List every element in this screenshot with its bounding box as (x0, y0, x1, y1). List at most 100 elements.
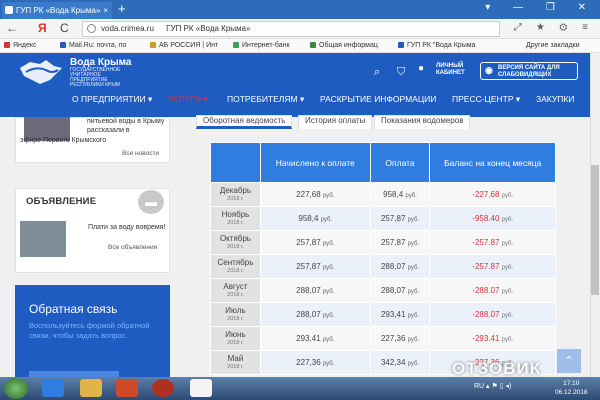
scrollbar-thumb[interactable] (591, 165, 599, 295)
currency-label: руб. (501, 289, 514, 295)
back-arrow-icon[interactable]: ← (6, 21, 18, 35)
cell-balance: -288.07 руб. (429, 278, 556, 303)
header-balance: Баланс на конец месяца (429, 142, 556, 183)
tab-turnover-statement[interactable]: Оборотная ведомость (196, 115, 293, 129)
browser-tab[interactable]: ГУП РК «Вода Крыма» × (2, 2, 112, 19)
explorer-folder-icon[interactable] (80, 379, 102, 397)
cell-charged: 227,68 руб. (259, 182, 371, 207)
bookmark-icon (4, 42, 10, 48)
feedback-text[interactable]: Воспользуйтесь формой обратной связи, чт… (29, 321, 154, 341)
crimea-map-logo-icon[interactable] (16, 58, 66, 88)
currency-label: руб. (501, 337, 514, 343)
start-button[interactable] (4, 378, 28, 399)
app-icon[interactable] (152, 379, 174, 397)
table-row: Июль 2018 г. 288,07 руб. 293,41 руб. -288.07… (210, 302, 556, 327)
window-controls[interactable]: ▾ — ❐ ✕ (485, 2, 596, 13)
cell-charged: 288,07 руб. (259, 278, 371, 303)
menu-consumers[interactable]: ПОТРЕБИТЕЛЯМ ▾ (227, 94, 304, 105)
menu-press-center[interactable]: ПРЕСС-ЦЕНТР ▾ (452, 94, 520, 105)
tab-payment-history[interactable]: История оплаты (298, 115, 373, 129)
table-row: Декабрь 2018 г. 227,68 руб. 958,4 руб. -227.… (210, 182, 556, 207)
cell-period: Май 2018 г. (210, 350, 261, 375)
currency-label: руб. (405, 193, 417, 199)
brand-subtitle: Государственное унитарное предприятие Ре… (70, 67, 121, 88)
menu-about[interactable]: О ПРЕДПРИЯТИИ ▾ (72, 94, 152, 105)
yandex-browser-icon[interactable] (190, 379, 212, 397)
tab-meter-readings[interactable]: Показания водомеров (374, 115, 471, 129)
cell-month: Сентябрь (217, 257, 254, 267)
watermark: ОТЗОВИК (452, 359, 542, 378)
address-bar-row: ← Я C voda.crimea.ru ГУП РК «Вода Крыма»… (0, 19, 600, 39)
cell-period: Ноябрь 2018 г. (210, 206, 261, 231)
cell-paid: 293,41 руб. (369, 302, 431, 327)
currency-label: руб. (320, 217, 333, 223)
all-news-link[interactable]: Все новости (122, 150, 159, 157)
clock[interactable]: 17:10 06.12.2018 (555, 379, 588, 397)
cell-year: 2018 г. (227, 243, 244, 250)
personal-account-label: Личный кабинет (436, 63, 465, 76)
bookmark-internet-bank[interactable]: Интернет-банк (233, 39, 290, 52)
cell-balance: -958.40 руб. (429, 206, 556, 231)
menu-procurement[interactable]: ЗАКУПКИ (536, 94, 574, 104)
currency-label: руб. (322, 361, 335, 367)
currency-label: руб. (322, 337, 335, 343)
currency-label: руб. (407, 313, 420, 319)
cell-month: Июнь (225, 329, 246, 339)
browser-toolbar-icons[interactable]: ⤢ ★ ⚙ ≡ (514, 22, 594, 33)
table-row: Октябрь 2018 г. 257,87 руб. 257,87 руб. -257… (210, 230, 556, 255)
bookmark-bank-russia[interactable]: АБ РОССИЯ | Инт (150, 39, 218, 52)
browser-tab-bar: ГУП РК «Вода Крыма» × + ▾ — ❐ ✕ (0, 0, 600, 19)
scroll-to-top-button[interactable]: ⌃ (557, 349, 581, 373)
user-icon: ● (418, 63, 425, 74)
brand-block: Вода Крыма Государственное унитарное пре… (70, 57, 131, 88)
currency-label: руб. (407, 337, 420, 343)
cell-month: Ноябрь (221, 209, 250, 219)
site-info-icon[interactable] (87, 24, 96, 33)
header-paid: Оплата (369, 142, 431, 183)
menu-disclosure[interactable]: РАСКРЫТИЕ ИНФОРМАЦИИ (320, 94, 436, 104)
announcement-text[interactable]: Плати за воду вовремя! (88, 223, 166, 232)
tab-title: ГУП РК «Вода Крыма» (16, 6, 101, 15)
cell-paid: 342,34 руб. (369, 350, 431, 375)
cell-charged: 288,07 руб. (259, 302, 371, 327)
shield-icon[interactable]: ⛉ (397, 66, 405, 79)
table-row: Июнь 2018 г. 293,41 руб. 227,36 руб. -293.41… (210, 326, 556, 351)
bookmark-icon (398, 42, 404, 48)
table-row: Август 2018 г. 288,07 руб. 288,07 руб. -288.… (210, 278, 556, 303)
system-tray[interactable]: RU ▴ ⚑ ▯ ◂) (474, 382, 511, 390)
cell-period: Сентябрь 2018 г. (210, 254, 261, 279)
cell-balance: -257.87 руб. (429, 230, 556, 255)
cell-period: Декабрь 2018 г. (210, 182, 261, 207)
new-tab-button[interactable]: + (118, 1, 126, 17)
media-player-icon[interactable] (116, 379, 138, 397)
currency-label: руб. (501, 217, 514, 223)
search-icon[interactable]: ⌕ (374, 66, 380, 79)
cell-month: Июль (225, 305, 246, 315)
currency-label: руб. (407, 217, 420, 223)
bookmark-mail[interactable]: Mail.Ru: почта, по (60, 39, 126, 52)
bookmark-other[interactable]: Другие закладки (526, 39, 580, 52)
tab-close-icon[interactable]: × (103, 2, 108, 19)
bookmark-yandex[interactable]: Яндекс (4, 39, 37, 52)
menu-services[interactable]: УСЛУГИ ▾ (168, 94, 208, 105)
all-announcements-link[interactable]: Все объявления (108, 244, 157, 251)
low-vision-version-button[interactable]: ◉ Версия сайта для слабовидящих (480, 62, 578, 80)
bookmark-voda-crimea[interactable]: ГУП РК "Вода Крыма (398, 39, 475, 52)
news-text-continued[interactable]: эфире Первого Крымского (20, 136, 170, 145)
internet-explorer-icon[interactable] (42, 379, 64, 397)
announcement-image[interactable] (20, 221, 66, 257)
cell-balance: -227.68 руб. (429, 182, 556, 207)
table-row: Ноябрь 2018 г. 958,4 руб. 257,87 руб. -958.4… (210, 206, 556, 231)
url-field[interactable]: voda.crimea.ru ГУП РК «Вода Крыма» (82, 21, 500, 37)
personal-account-button[interactable]: ● Личный кабинет (418, 63, 474, 77)
yandex-logo-icon[interactable]: Я (38, 21, 47, 35)
news-text[interactable]: питьевой воды в Крыму рассказали в (87, 117, 167, 135)
currency-label: руб. (322, 241, 335, 247)
bookmark-icon (60, 42, 66, 48)
reload-icon[interactable]: C (60, 21, 69, 35)
table-row: Сентябрь 2018 г. 257,87 руб. 288,07 руб. -25… (210, 254, 556, 279)
cell-period: Август 2018 г. (210, 278, 261, 303)
currency-label: руб. (407, 361, 420, 367)
bookmark-general-info[interactable]: Общая информац (310, 39, 378, 52)
site-header: Вода Крыма Государственное унитарное пре… (0, 53, 600, 117)
